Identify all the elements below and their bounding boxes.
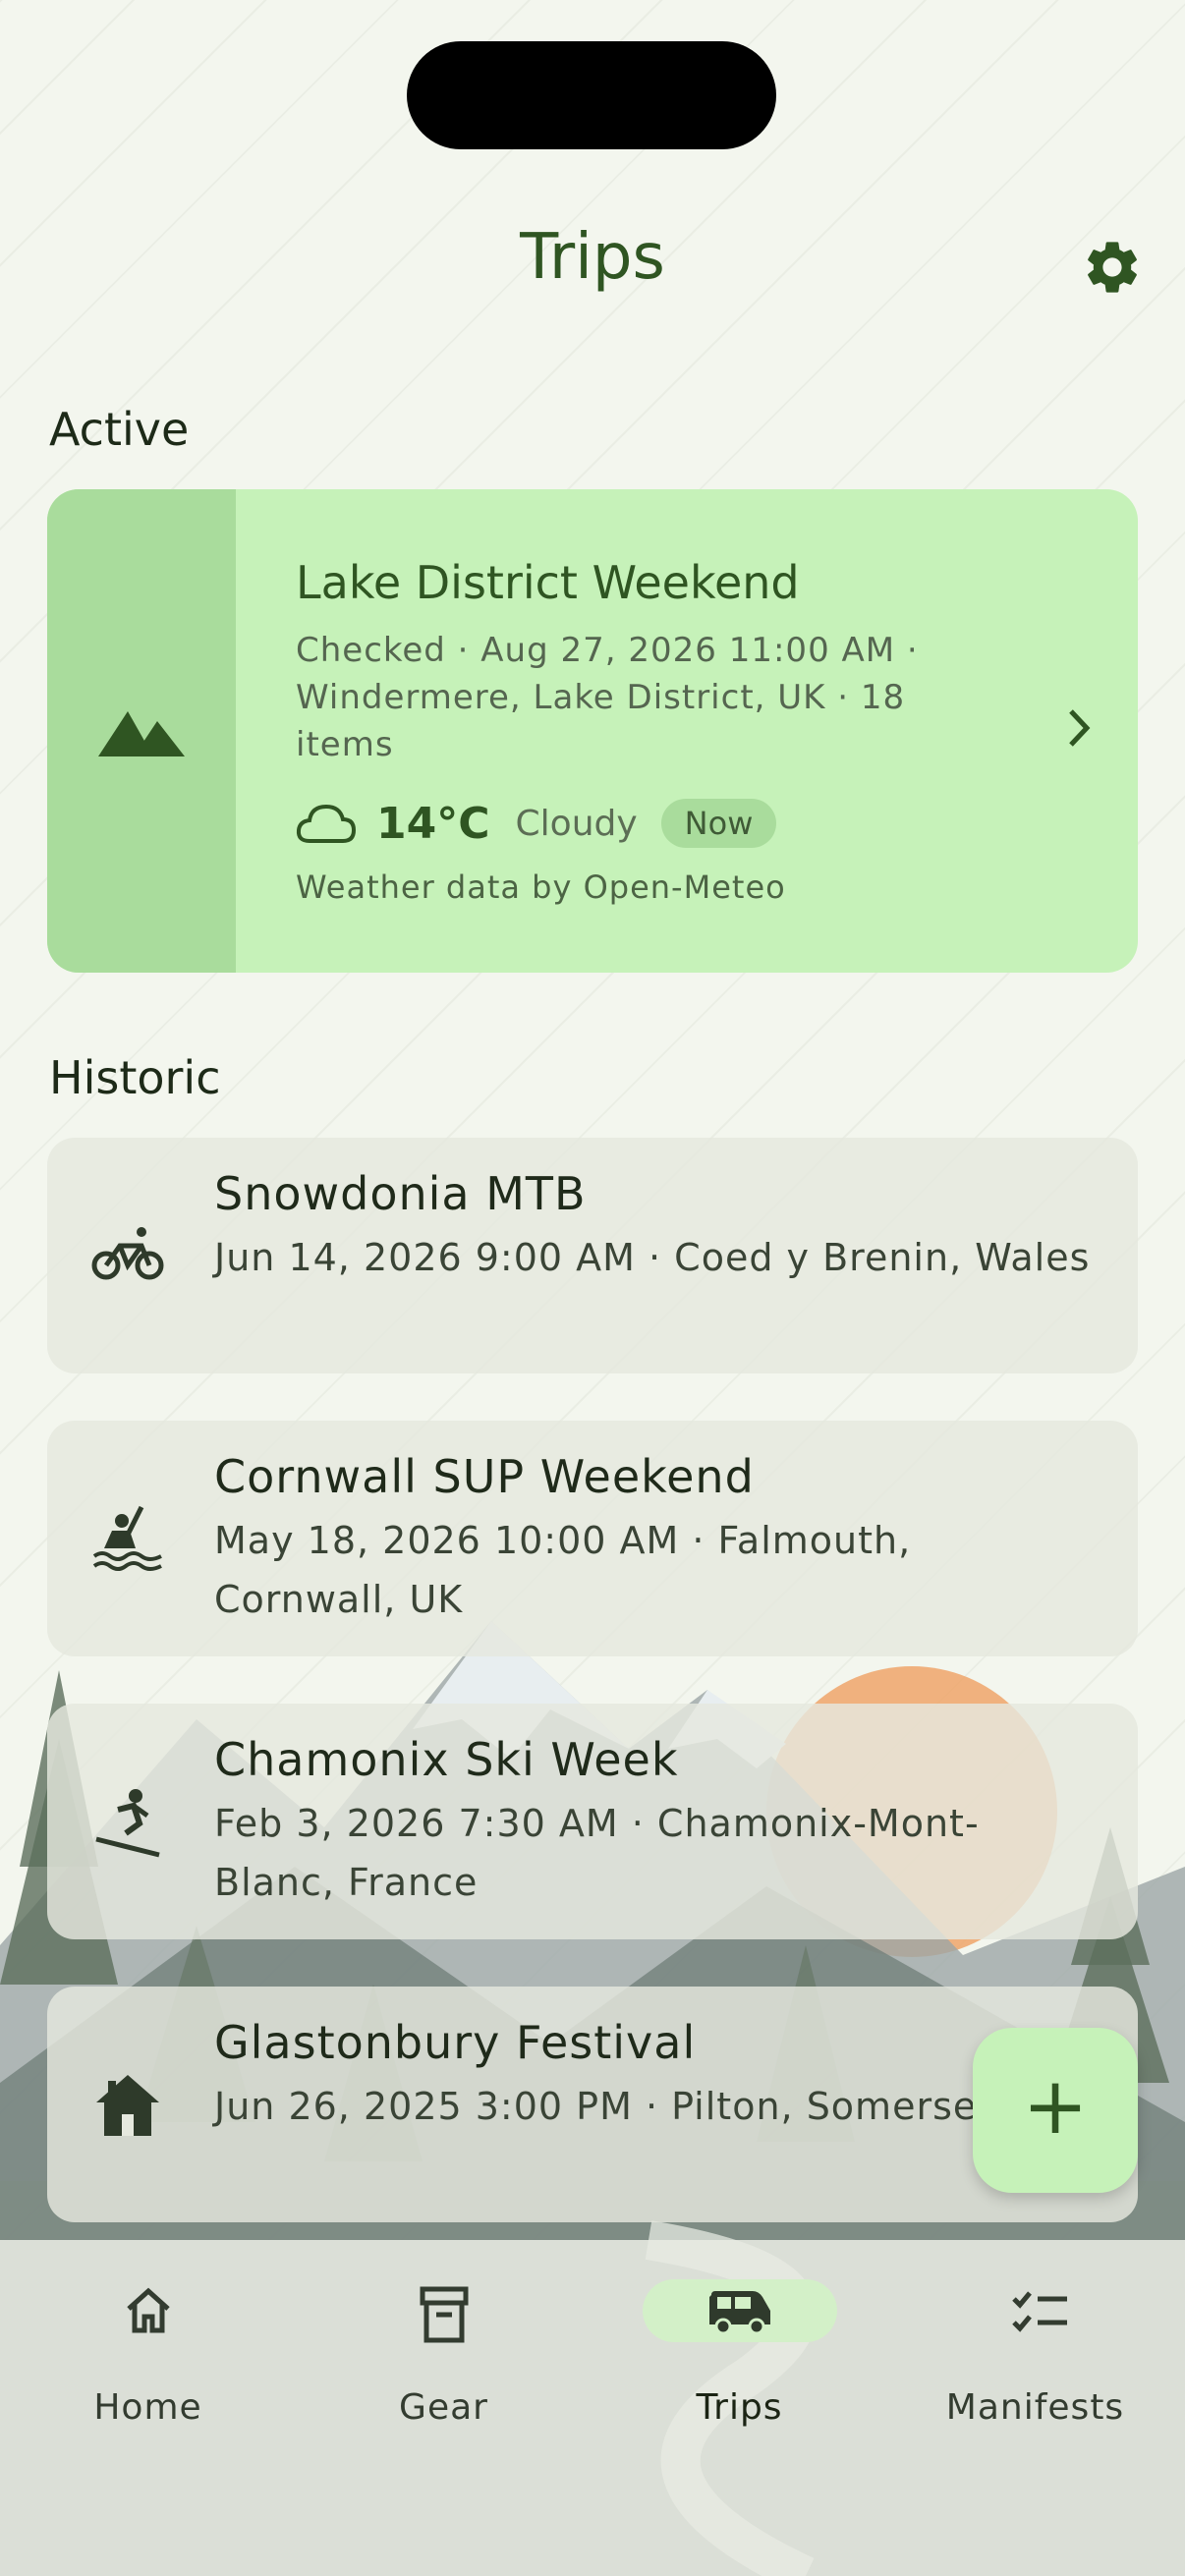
nav-item-manifests[interactable]: Manifests: [887, 2240, 1183, 2456]
trip-card-cornwall-sup[interactable]: Cornwall SUP Weekend May 18, 2026 10:00 …: [47, 1421, 1138, 1656]
trip-card-snowdonia-mtb[interactable]: Snowdonia MTB Jun 14, 2026 9:00 AM · Coe…: [47, 1138, 1138, 1373]
nav-label-gear: Gear: [399, 2387, 488, 2428]
camera-island: [407, 41, 776, 149]
home-icon: [127, 2287, 170, 2333]
trip-name: Chamonix Ski Week: [214, 1733, 679, 1786]
nav-label-trips: Trips: [696, 2387, 783, 2428]
page-title: Trips: [520, 221, 665, 294]
nav-item-home[interactable]: Home: [0, 2240, 296, 2456]
trip-card-chamonix-ski[interactable]: Chamonix Ski Week Feb 3, 2026 7:30 AM · …: [47, 1704, 1138, 1939]
chevron-right-icon: [1069, 709, 1091, 747]
active-trip-name: Lake District Weekend: [296, 556, 800, 609]
section-label-historic: Historic: [49, 1051, 221, 1104]
van-icon: [709, 2291, 770, 2335]
nav-label-manifests: Manifests: [945, 2387, 1125, 2428]
bottom-navigation: Home Gear Trips Manifests: [0, 2240, 1185, 2576]
cloud-icon: [296, 804, 357, 843]
archive-box-icon: [420, 2286, 469, 2343]
trip-meta: Jun 26, 2025 3:00 PM · Pilton, Somerset,…: [214, 2085, 1073, 2128]
trip-meta: May 18, 2026 10:00 AM · Falmouth, Cornwa…: [214, 1519, 912, 1621]
add-trip-button[interactable]: +: [973, 2028, 1138, 2193]
weather-condition: Cloudy: [515, 803, 638, 844]
section-label-active: Active: [49, 403, 190, 456]
checklist-icon: [1012, 2291, 1067, 2332]
mountain-icon: [98, 711, 185, 756]
trip-meta: Feb 3, 2026 7:30 AM · Chamonix-Mont-Blan…: [214, 1802, 980, 1904]
trip-name: Glastonbury Festival: [214, 2016, 697, 2069]
nav-item-gear[interactable]: Gear: [296, 2240, 592, 2456]
weather-now-badge: Now: [660, 799, 777, 848]
weather-row: 14°C Cloudy Now: [296, 794, 777, 853]
gear-icon[interactable]: [1081, 236, 1144, 299]
active-trip-icon-panel: [47, 489, 236, 973]
skiing-icon: [95, 1789, 160, 1858]
active-trip-meta: Checked · Aug 27, 2026 11:00 AM · Winder…: [296, 631, 919, 764]
weather-temperature: 14°C: [376, 798, 490, 849]
bicycle-icon: [91, 1227, 164, 1280]
trip-name: Cornwall SUP Weekend: [214, 1450, 755, 1503]
nav-item-trips[interactable]: Trips: [592, 2240, 887, 2456]
trip-name: Snowdonia MTB: [214, 1167, 587, 1220]
trip-meta: Jun 14, 2026 9:00 AM · Coed y Brenin, Wa…: [214, 1236, 1091, 1279]
kayak-icon: [92, 1505, 162, 1571]
nav-label-home: Home: [93, 2387, 202, 2428]
weather-attribution: Weather data by Open-Meteo: [296, 868, 786, 906]
cabin-icon: [96, 2075, 159, 2136]
nav-active-indicator: [643, 2279, 837, 2342]
active-trip-card[interactable]: Lake District Weekend Checked · Aug 27, …: [47, 489, 1138, 973]
